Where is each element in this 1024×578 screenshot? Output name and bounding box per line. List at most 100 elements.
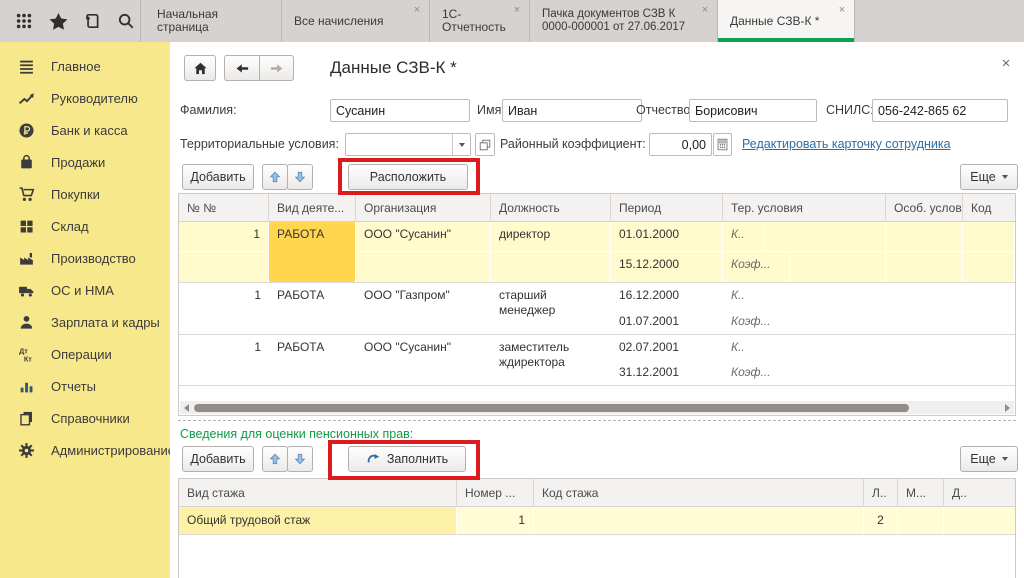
move-down-button[interactable] <box>287 164 313 190</box>
column-header[interactable]: Вид стажа <box>179 479 457 506</box>
sidebar-item-main[interactable]: Главное <box>0 50 170 82</box>
home-icon <box>193 61 208 76</box>
forward-button[interactable] <box>259 55 294 81</box>
history-nav-group <box>224 55 294 81</box>
main-sidebar: Главное Руководителю Банк и касса Продаж… <box>0 42 170 578</box>
tab-close-icon[interactable] <box>411 4 423 16</box>
lastname-label: Фамилия: <box>180 103 237 117</box>
sidebar-item-administration[interactable]: Администрирование <box>0 434 170 466</box>
arrange-button[interactable]: Расположить <box>348 164 468 190</box>
search-icon[interactable] <box>116 11 136 31</box>
forward-arrow-icon <box>269 61 284 76</box>
sidebar-item-warehouse[interactable]: Склад <box>0 210 170 242</box>
dropdown-arrow-icon[interactable] <box>452 134 470 155</box>
move-up-button-pension[interactable] <box>262 446 288 472</box>
column-header[interactable]: № № <box>179 194 269 221</box>
add-button[interactable]: Добавить <box>182 164 254 190</box>
open-picker-icon <box>478 138 492 152</box>
szvk-form-window: Данные СЗВ-К * Фамилия: Имя: Отчество: С… <box>170 42 1024 578</box>
tab-close-icon[interactable] <box>836 4 848 16</box>
coefficient-label: Районный коэффициент: <box>500 137 646 151</box>
middlename-label: Отчество: <box>636 103 694 117</box>
pension-table-header: Вид стажа Номер ... Код стажа Л.. М... Д… <box>179 479 1015 507</box>
edit-employee-card-link[interactable]: Редактировать карточку сотрудника <box>742 137 951 151</box>
column-header[interactable]: Вид деяте... <box>269 194 356 221</box>
back-button[interactable] <box>224 55 259 81</box>
sidebar-item-operations[interactable]: ДтКт Операции <box>0 338 170 370</box>
tab-close-icon[interactable] <box>511 4 523 16</box>
favorites-star-icon[interactable] <box>48 11 68 31</box>
fill-button[interactable]: Заполнить <box>348 446 466 472</box>
move-down-button-pension[interactable] <box>287 446 313 472</box>
sidebar-item-production[interactable]: Производство <box>0 242 170 274</box>
calculator-button[interactable] <box>713 133 732 156</box>
home-button[interactable] <box>184 55 216 81</box>
column-header[interactable]: Организация <box>356 194 491 221</box>
warehouse-grid-icon <box>18 218 35 235</box>
sidebar-item-manager[interactable]: Руководителю <box>0 82 170 114</box>
scroll-left-icon[interactable] <box>184 404 189 412</box>
column-header[interactable]: Код стажа <box>534 479 864 506</box>
open-picker-button[interactable] <box>475 133 495 156</box>
scroll-right-icon[interactable] <box>1005 404 1010 412</box>
more-button-pension[interactable]: Еще <box>960 446 1018 472</box>
fill-refresh-icon <box>366 452 381 467</box>
quick-toolbar <box>0 0 140 42</box>
more-button-activity[interactable]: Еще <box>960 164 1018 190</box>
sidebar-item-fixed-assets[interactable]: ОС и НМА <box>0 274 170 306</box>
admin-gear-icon <box>18 442 35 459</box>
production-factory-icon <box>18 250 35 267</box>
lastname-field[interactable] <box>330 99 470 122</box>
close-icon[interactable] <box>998 56 1014 72</box>
table-row[interactable]: Общий трудовой стаж 1 2 <box>179 507 1015 534</box>
pension-section-title: Сведения для оценки пенсионных прав: <box>180 427 413 441</box>
middlename-field[interactable] <box>689 99 817 122</box>
snils-label: СНИЛС: <box>826 103 874 117</box>
table-row[interactable]: 1 РАБОТА ООО "Газпром" старший менеджер … <box>179 282 1015 334</box>
column-header[interactable]: Тер. условия <box>723 194 886 221</box>
tab-all-accruals[interactable]: Все начисления <box>282 0 430 42</box>
firstname-field[interactable] <box>502 99 642 122</box>
column-header[interactable]: Особ. условия <box>886 194 963 221</box>
table-row[interactable]: 1 РАБОТА ООО "Сусанин" заместитель ждире… <box>179 334 1015 386</box>
tab-szvk-data[interactable]: Данные СЗВ-К * <box>718 0 855 42</box>
snils-field[interactable] <box>872 99 1008 122</box>
sidebar-item-salary-hr[interactable]: Зарплата и кадры <box>0 306 170 338</box>
territorial-combo[interactable] <box>345 133 471 156</box>
column-header[interactable]: М... <box>898 479 944 506</box>
manager-trend-icon <box>18 90 35 107</box>
tab-1c-reporting[interactable]: 1С-Отчетность <box>430 0 530 42</box>
operations-dtkt-icon: ДтКт <box>18 346 35 363</box>
column-header[interactable]: Должность <box>491 194 611 221</box>
column-header[interactable]: Период <box>611 194 723 221</box>
add-button-pension[interactable]: Добавить <box>182 446 254 472</box>
sidebar-item-sales[interactable]: Продажи <box>0 146 170 178</box>
table-row[interactable]: 1 РАБОТА ООО "Сусанин" директор 01.01.20… <box>179 222 1015 282</box>
sales-bag-icon <box>18 154 35 171</box>
svg-text:Кт: Кт <box>24 354 32 362</box>
sidebar-item-catalogs[interactable]: Справочники <box>0 402 170 434</box>
tab-strip: Начальная страница Все начисления 1С-Отч… <box>140 0 855 42</box>
sidebar-item-purchases[interactable]: Покупки <box>0 178 170 210</box>
move-down-icon <box>293 170 307 184</box>
menu-grid-icon[interactable] <box>14 11 34 31</box>
horizontal-scrollbar[interactable] <box>180 401 1014 414</box>
sidebar-item-bank[interactable]: Банк и касса <box>0 114 170 146</box>
reports-chart-icon <box>18 378 35 395</box>
tab-close-icon[interactable] <box>699 4 711 16</box>
column-header[interactable]: Код <box>963 194 1015 221</box>
tab-home-page[interactable]: Начальная страница <box>140 0 282 42</box>
coefficient-field[interactable] <box>649 133 712 156</box>
territorial-value <box>346 134 452 155</box>
history-icon[interactable] <box>82 11 102 31</box>
sidebar-item-reports[interactable]: Отчеты <box>0 370 170 402</box>
move-up-icon <box>268 452 282 466</box>
column-header[interactable]: Номер ... <box>457 479 534 506</box>
column-header[interactable]: Л.. <box>864 479 898 506</box>
scrollbar-thumb[interactable] <box>194 404 909 412</box>
move-up-button[interactable] <box>262 164 288 190</box>
tab-document-pack[interactable]: Пачка документов СЗВ К 0000-000001 от 27… <box>530 0 718 42</box>
move-down-icon <box>293 452 307 466</box>
column-header[interactable]: Д.. <box>944 479 1015 506</box>
salary-person-icon <box>18 314 35 331</box>
